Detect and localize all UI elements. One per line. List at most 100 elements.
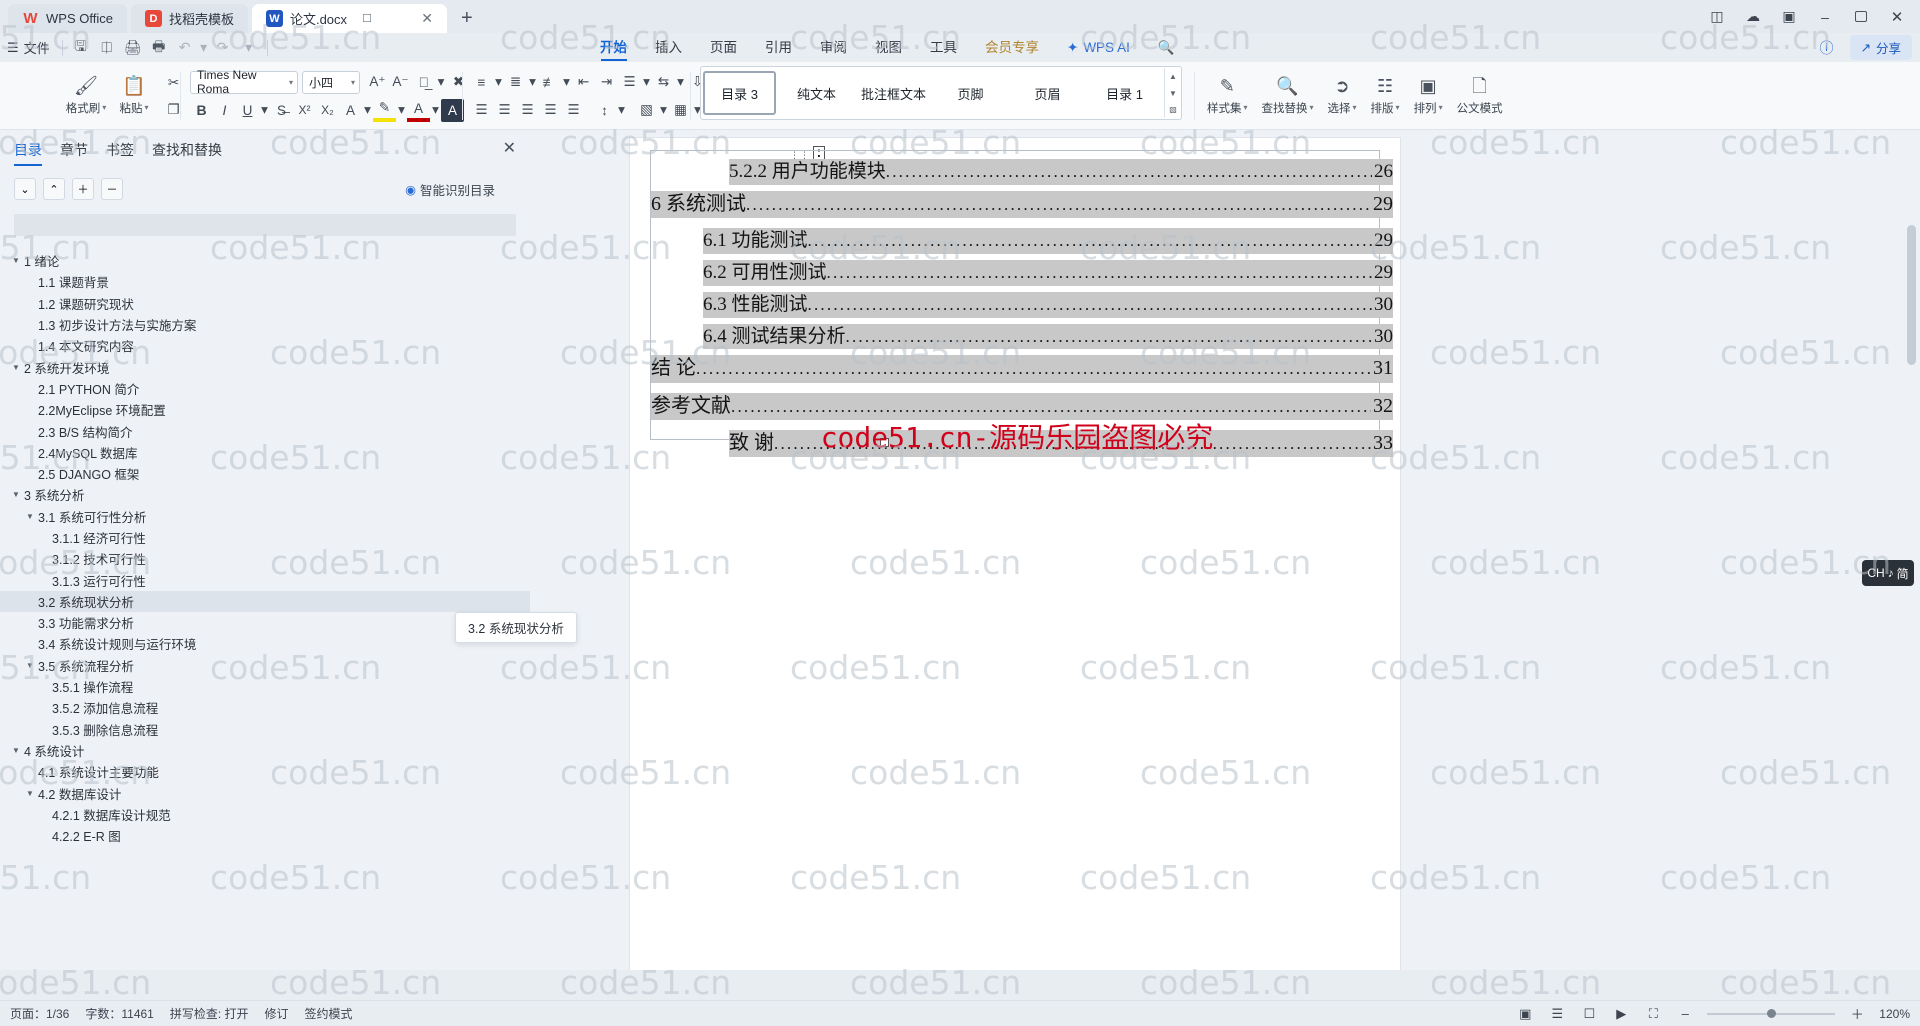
align-left-icon[interactable]: ☰ xyxy=(470,99,493,122)
toc-item[interactable]: 4.2.1 数据库设计规范 xyxy=(0,804,530,825)
save-icon[interactable]: 🖫 xyxy=(68,36,94,60)
chevron-down-icon[interactable]: ▾ xyxy=(435,71,447,94)
phonetic-icon[interactable]: ☰ xyxy=(618,71,641,94)
borders-icon[interactable]: ▦ xyxy=(669,99,692,122)
ribbon-tab-reference[interactable]: 引用 xyxy=(751,33,806,62)
toc-item[interactable]: 1.2 课题研究现状 xyxy=(0,293,530,314)
font-size-combo[interactable]: 小四 ▾ xyxy=(302,70,360,94)
text-effect-icon[interactable]: A xyxy=(339,99,362,122)
decrease-indent-icon[interactable]: ⇤ xyxy=(572,71,595,94)
toc-item[interactable]: 3.2 系统现状分析 xyxy=(0,590,530,613)
tab-docer-template[interactable]: D 找稻壳模板 xyxy=(130,4,248,33)
justify-icon[interactable]: ☰ xyxy=(539,99,562,122)
smart-toc-button[interactable]: ◉ 智能识别目录 xyxy=(405,180,495,199)
web-view-icon[interactable]: ☐ xyxy=(1579,1005,1599,1023)
chevron-down-icon[interactable]: ▾ xyxy=(616,99,627,122)
expand-level-icon[interactable]: ＋ xyxy=(72,178,94,200)
sidebar-toggle-icon[interactable]: ◫ xyxy=(1700,1,1734,32)
fullscreen-icon[interactable]: ⛶ xyxy=(1643,1005,1663,1023)
zoom-level-label[interactable]: 120% xyxy=(1879,1007,1910,1021)
page-info[interactable]: 页面：1/36 xyxy=(10,1005,69,1022)
nav-search-bar[interactable] xyxy=(14,214,516,236)
style-set-button[interactable]: ✎ 样式集 ▾ xyxy=(1200,68,1255,124)
toc-item[interactable]: 2.2MyEclipse 环境配置 xyxy=(0,399,530,420)
highlight-color-icon[interactable]: ✎ xyxy=(373,99,396,122)
toc-item[interactable]: ▼ 1 绪论 xyxy=(0,250,530,271)
wps-ai-button[interactable]: ✦ WPS AI xyxy=(1053,33,1144,62)
copy-icon[interactable]: ❐ xyxy=(162,98,185,121)
chevron-down-icon[interactable]: ▾ xyxy=(396,99,407,122)
doc-toc-line[interactable]: 6.2 可用性测试...............................… xyxy=(703,259,1393,286)
tab-restore-icon[interactable]: ☐ xyxy=(354,12,372,25)
style-item-header[interactable]: 页眉 xyxy=(1011,71,1084,115)
collapse-up-icon[interactable]: ⌃ xyxy=(43,178,65,200)
toc-item[interactable]: ▼ 3.1 系统可行性分析 xyxy=(0,506,530,527)
more-icon[interactable]: ▾ xyxy=(236,36,262,60)
bullets-icon[interactable]: ≡ xyxy=(470,71,493,94)
style-item-comment-box[interactable]: 批注框文本 xyxy=(857,71,930,115)
ribbon-tab-review[interactable]: 审阅 xyxy=(806,33,861,62)
ribbon-tab-insert[interactable]: 插入 xyxy=(641,33,696,62)
find-replace-button[interactable]: 🔍 查找替换 ▾ xyxy=(1255,68,1321,124)
style-gallery-scroll[interactable]: ▲ ▼ ▧ xyxy=(1164,68,1181,118)
undo-dropdown-icon[interactable]: ▾ xyxy=(198,36,210,60)
style-item-plain-text[interactable]: 纯文本 xyxy=(780,71,853,115)
format-painter-button[interactable]: 🖌 格式刷 ▾ xyxy=(62,68,110,124)
toc-item[interactable]: 2.5 DJANGO 框架 xyxy=(0,463,530,484)
toc-item[interactable]: 3.4 系统设计规则与运行环境 xyxy=(0,633,530,654)
toc-item[interactable]: 1.1 课题背景 xyxy=(0,271,530,292)
strikethrough-icon[interactable]: S̶ xyxy=(270,99,293,122)
toc-item[interactable]: ▼ 4 系统设计 xyxy=(0,740,530,761)
chevron-down-icon[interactable]: ▼ xyxy=(12,363,24,372)
chevron-down-icon[interactable]: ▾ xyxy=(493,71,504,94)
document-mode[interactable]: 签约模式 xyxy=(305,1005,353,1022)
style-expand-icon[interactable]: ▧ xyxy=(1165,101,1181,118)
save-as-cloud-icon[interactable]: ⎅ xyxy=(94,36,120,60)
cut-icon[interactable]: ✂ xyxy=(162,71,185,94)
document-page[interactable]: ⋮⋮ ⋮ 5.2.2 用户功能模块.......................… xyxy=(630,138,1400,970)
toc-item[interactable]: 3.1.3 运行可行性 xyxy=(0,569,530,590)
chevron-down-icon[interactable]: ▼ xyxy=(26,512,38,521)
toc-item[interactable]: 3.5.2 添加信息流程 xyxy=(0,697,530,718)
ribbon-tab-member[interactable]: 会员专享 xyxy=(971,33,1053,62)
toc-field-box[interactable]: 5.2.2 用户功能模块............................… xyxy=(650,150,1393,457)
zoom-slider[interactable] xyxy=(1707,1008,1836,1020)
chevron-down-icon[interactable]: ▾ xyxy=(641,71,652,94)
character-shading-icon[interactable]: A xyxy=(441,98,464,122)
nav-tab-toc[interactable]: 目录 xyxy=(14,140,42,166)
toc-item[interactable]: 2.1 PYTHON 简介 xyxy=(0,378,530,399)
chevron-down-icon[interactable]: ▼ xyxy=(26,789,38,798)
maximize-button[interactable] xyxy=(1844,1,1878,32)
chevron-down-icon[interactable]: ▾ xyxy=(561,71,572,94)
doc-toc-line[interactable]: 6.4 测试结果分析..............................… xyxy=(703,323,1393,350)
reading-view-icon[interactable]: ▶ xyxy=(1611,1005,1631,1023)
scroll-up-icon[interactable]: ▲ xyxy=(1165,68,1181,85)
typesetting-button[interactable]: ☷ 排版 ▾ xyxy=(1364,68,1407,124)
doc-toc-line[interactable]: 6.1 功能测试................................… xyxy=(703,228,1393,254)
minimize-button[interactable]: – xyxy=(1808,1,1842,32)
toc-item[interactable]: 4.1 系统设计主要功能 xyxy=(0,761,530,782)
subscript-button[interactable]: X₂ xyxy=(316,99,339,122)
multilevel-list-icon[interactable]: ≢ xyxy=(538,71,561,94)
chevron-down-icon[interactable]: ▾ xyxy=(362,99,373,122)
select-button[interactable]: ➲ 选择 ▾ xyxy=(1321,68,1364,124)
align-right-icon[interactable]: ☰ xyxy=(516,99,539,122)
align-center-icon[interactable]: ☰ xyxy=(493,99,516,122)
chevron-down-icon[interactable]: ▼ xyxy=(12,256,24,265)
document-area[interactable]: ⋮⋮ ⋮ 5.2.2 用户功能模块.......................… xyxy=(530,130,1920,970)
distribute-icon[interactable]: ☰ xyxy=(562,99,585,122)
cloud-sync-icon[interactable]: ☁ xyxy=(1736,1,1770,32)
close-button[interactable]: ✕ xyxy=(1880,1,1914,32)
style-item-toc3[interactable]: 目录 3 xyxy=(703,71,776,115)
official-doc-mode-button[interactable]: 🗋 公文模式 xyxy=(1450,68,1510,124)
tab-wps-office[interactable]: W WPS Office xyxy=(8,4,127,33)
doc-toc-line[interactable]: 6.3 性能测试................................… xyxy=(703,291,1393,318)
zoom-in-button[interactable]: ＋ xyxy=(1847,1005,1867,1023)
nav-tab-find-replace[interactable]: 查找和替换 xyxy=(152,140,222,166)
collapse-level-icon[interactable]: － xyxy=(101,178,123,200)
toc-item[interactable]: 2.3 B/S 结构简介 xyxy=(0,420,530,441)
toc-item[interactable]: 1.4 本文研究内容 xyxy=(0,335,530,356)
redo-icon[interactable]: ↷ xyxy=(210,36,236,60)
chevron-down-icon[interactable]: ▾ xyxy=(675,71,686,94)
swap-icon[interactable]: ⇆ xyxy=(652,71,675,94)
